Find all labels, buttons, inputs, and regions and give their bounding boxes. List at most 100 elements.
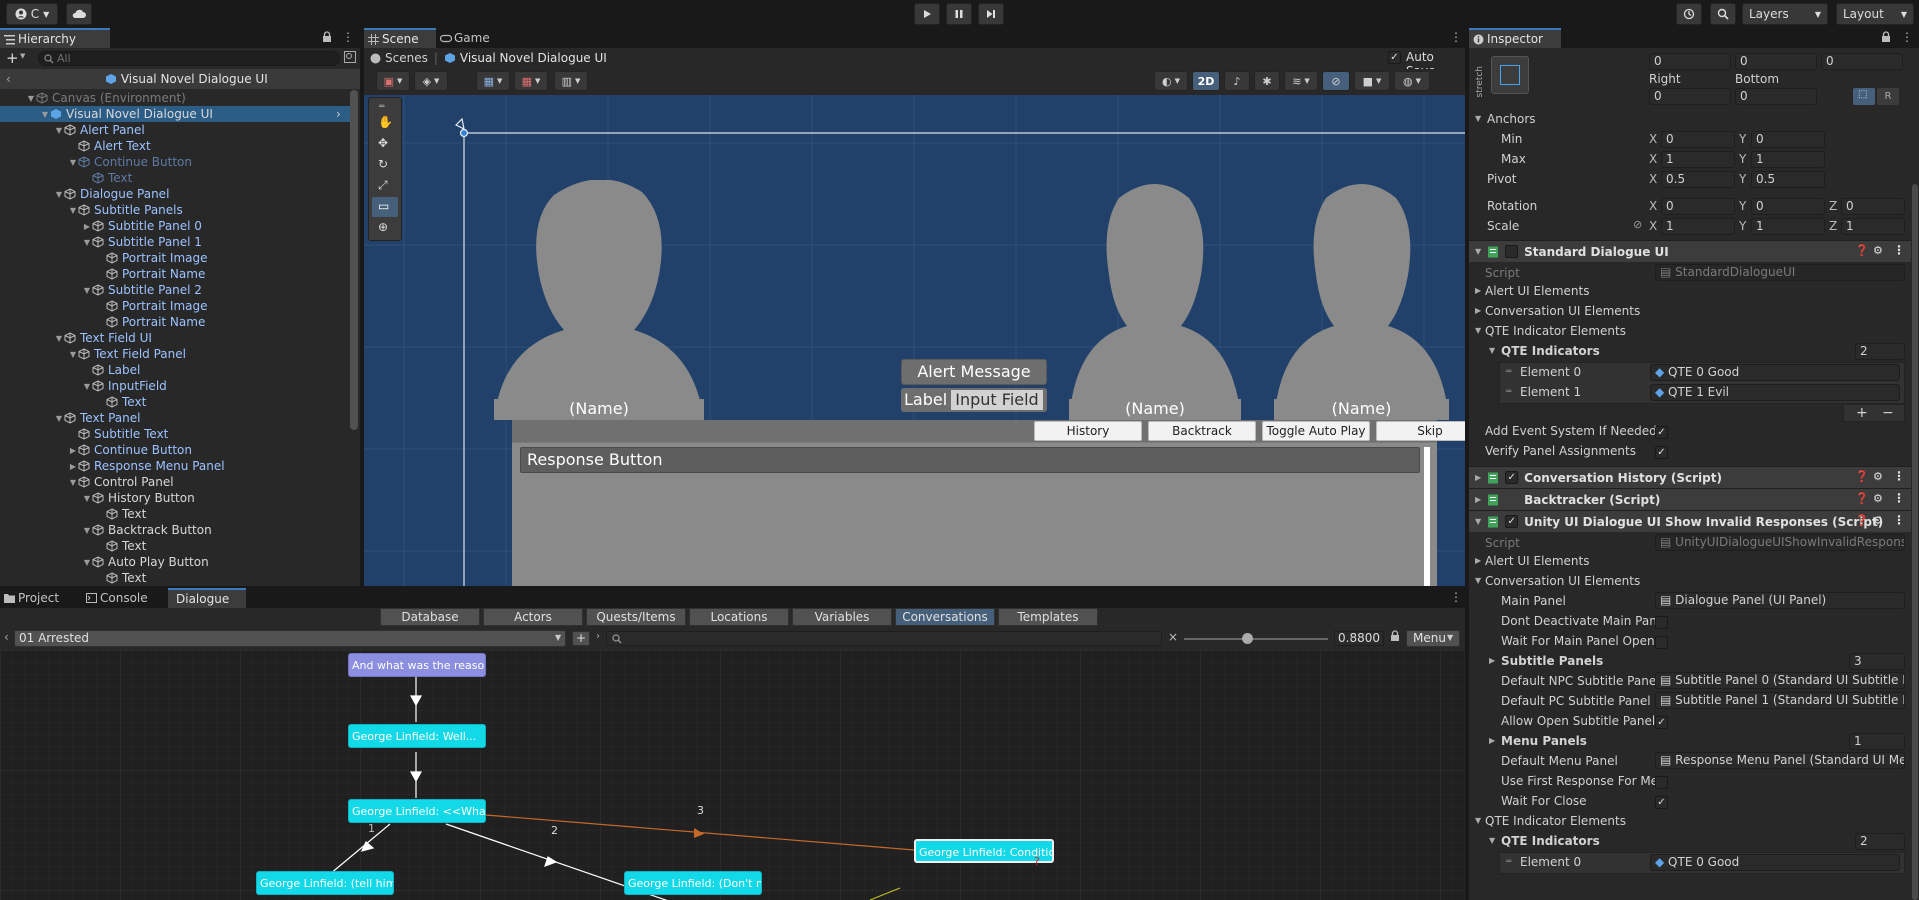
backtrack-button[interactable]: Backtrack [1148, 421, 1256, 441]
hierarchy-item[interactable]: Text [0, 394, 352, 410]
drag-handle-icon[interactable]: ═ [1506, 367, 1511, 377]
lighting-dropdown[interactable]: ◐ ▼ [1154, 71, 1188, 91]
toggle-2d-button[interactable]: 2D [1192, 71, 1220, 91]
tab-database[interactable]: Database [380, 608, 480, 626]
chevron-right-icon[interactable]: ▶ [1475, 556, 1481, 565]
verify-panel-checkbox[interactable]: ✓ [1655, 446, 1668, 459]
chevron-right-icon[interactable]: ▶ [82, 222, 92, 231]
lock-icon[interactable] [322, 31, 332, 46]
chevron-right-icon[interactable]: ▶ [1489, 656, 1495, 665]
anchor-max-y[interactable]: 1 [1751, 151, 1825, 168]
hierarchy-item[interactable]: ▼ Subtitle Panels [0, 202, 352, 218]
search-input[interactable]: All [38, 51, 340, 66]
component-enabled-checkbox[interactable] [1505, 245, 1519, 258]
tab-locations[interactable]: Locations [689, 608, 789, 626]
kebab-menu-icon[interactable]: ⋮ [1450, 590, 1462, 604]
default-menu-field[interactable]: ▤ Response Menu Panel (Standard UI Me [1655, 752, 1905, 769]
chevron-down-icon[interactable]: ▼ [1475, 114, 1481, 123]
anchor-min-y[interactable]: 0 [1751, 131, 1825, 148]
effects-dropdown[interactable]: ≋ ▼ [1284, 71, 1318, 91]
skip-button[interactable]: Skip [1376, 421, 1465, 441]
account-dropdown[interactable]: C ▼ [6, 3, 58, 25]
default-pc-field[interactable]: ▤ Subtitle Panel 1 (Standard UI Subtitle… [1655, 692, 1905, 709]
move-tool-icon[interactable]: ✥ [378, 136, 388, 150]
chevron-down-icon[interactable]: ▼ [68, 206, 78, 215]
history-button[interactable]: History [1034, 421, 1142, 441]
add-event-system-checkbox[interactable]: ✓ [1655, 426, 1668, 439]
chevron-down-icon[interactable]: ▼ [1475, 576, 1481, 585]
dialogue-node[interactable]: And what was the reason fo [348, 653, 486, 677]
chevron-right-icon[interactable]: ▶ [68, 462, 78, 471]
hierarchy-item[interactable]: ▼ Auto Play Button [0, 554, 352, 570]
component-enabled-checkbox[interactable]: ✓ [1505, 515, 1519, 528]
toggle-auto-play-button[interactable]: Toggle Auto Play [1262, 421, 1370, 441]
hierarchy-item[interactable]: ▼ Subtitle Panel 2 [0, 282, 352, 298]
settings-icon[interactable]: ⚙ [1873, 514, 1883, 527]
hierarchy-item[interactable]: Portrait Name [0, 314, 352, 330]
qte-element-0-field[interactable]: ◆ QTE 0 Good [1650, 364, 1900, 381]
unity-qte-count[interactable]: 2 [1855, 833, 1905, 850]
qte-indicators-foldout[interactable]: QTE Indicators [1501, 344, 1600, 358]
hierarchy-item[interactable]: Text [0, 170, 352, 186]
chevron-down-icon[interactable]: ▼ [54, 334, 64, 343]
step-button[interactable] [978, 3, 1004, 25]
rect-top-field[interactable]: 0 [1735, 53, 1817, 70]
response-scrollbar[interactable] [1424, 447, 1430, 586]
hierarchy-item[interactable]: ▼ Alert Panel [0, 122, 352, 138]
rotation-y[interactable]: 0 [1751, 198, 1825, 215]
tab-game[interactable]: Game [436, 28, 502, 48]
kebab-menu-icon[interactable]: ⋮ [1893, 513, 1905, 527]
kebab-menu-icon[interactable]: ⋮ [1893, 243, 1905, 257]
unity-qte-foldout[interactable]: QTE Indicator Elements [1485, 814, 1626, 828]
hierarchy-item[interactable]: Portrait Name [0, 266, 352, 282]
rect-right-field[interactable]: 0 [1649, 88, 1731, 105]
pivot-y[interactable]: 0.5 [1751, 171, 1825, 188]
chevron-right-icon[interactable]: ▶ [68, 446, 78, 455]
layout-dropdown[interactable]: Layout ▼ [1836, 3, 1914, 25]
tab-variables[interactable]: Variables [792, 608, 892, 626]
rotation-z[interactable]: 0 [1841, 198, 1905, 215]
help-icon[interactable]: ❓ [1855, 514, 1869, 527]
kebab-menu-icon[interactable]: ⋮ [1893, 491, 1905, 505]
anchor-preset-button[interactable] [1491, 56, 1529, 94]
hierarchy-item[interactable]: ▶ Response Menu Panel [0, 458, 352, 474]
add-icon[interactable]: + [1856, 405, 1868, 421]
dialogue-node[interactable]: George Linfield: Well... [348, 724, 486, 748]
wait-main-panel-checkbox[interactable] [1655, 636, 1668, 649]
chevron-down-icon[interactable]: ▼ [1489, 346, 1495, 355]
hierarchy-item[interactable]: ▼ InputField [0, 378, 352, 394]
raw-edit-button[interactable]: R [1877, 88, 1899, 105]
input-field[interactable]: Input Field [951, 390, 1043, 410]
component-enabled-checkbox[interactable]: ✓ [1505, 471, 1519, 484]
unity-ui-dialogue-header[interactable]: ▼ ✓ Unity UI Dialogue UI Show Invalid Re… [1469, 510, 1911, 532]
hierarchy-item[interactable]: ▼ Control Panel [0, 474, 352, 490]
tab-inspector[interactable]: Inspector [1469, 28, 1561, 48]
kebab-menu-icon[interactable]: ⋮ [1893, 469, 1905, 483]
chevron-down-icon[interactable]: ▼ [82, 526, 92, 535]
tab-templates[interactable]: Templates [998, 608, 1098, 626]
hierarchy-item[interactable]: Label [0, 362, 352, 378]
standard-dialogue-ui-header[interactable]: ▼ Standard Dialogue UI ❓ ⚙ ⋮ [1469, 240, 1911, 262]
dialogue-node[interactable]: George Linfield: (tell him [256, 871, 394, 895]
help-icon[interactable]: ❓ [1855, 244, 1869, 257]
unity-conversation-foldout[interactable]: Conversation UI Elements [1485, 574, 1640, 588]
hierarchy-item[interactable]: ▼ Continue Button [0, 154, 352, 170]
settings-icon[interactable]: ⚙ [1873, 492, 1883, 505]
chevron-down-icon[interactable]: ▼ [54, 126, 64, 135]
settings-icon[interactable]: ⚙ [1873, 244, 1883, 257]
qte-indicator-elements-foldout[interactable]: QTE Indicator Elements [1485, 324, 1626, 338]
menu-panels-foldout[interactable]: Menu Panels [1501, 734, 1587, 748]
hierarchy-item[interactable]: ▼ Dialogue Panel [0, 186, 352, 202]
scene-visibility-button[interactable]: ⊘ [1322, 71, 1350, 91]
scale-y[interactable]: 1 [1751, 218, 1825, 235]
chevron-right-icon[interactable]: ▶ [1475, 286, 1481, 295]
scale-x[interactable]: 1 [1661, 218, 1735, 235]
add-icon[interactable]: + [6, 49, 19, 67]
hierarchy-item[interactable]: Text [0, 570, 352, 586]
menu-dropdown[interactable]: Menu ▼ [1406, 630, 1460, 647]
rect-bottom-field[interactable]: 0 [1735, 88, 1817, 105]
hierarchy-item[interactable]: ▼ Text Field Panel [0, 346, 352, 362]
tab-hierarchy[interactable]: Hierarchy [0, 28, 110, 48]
backtracker-header[interactable]: ▶ Backtracker (Script) ❓ ⚙ ⋮ [1469, 488, 1911, 510]
chevron-down-icon[interactable]: ▼ [82, 382, 92, 391]
